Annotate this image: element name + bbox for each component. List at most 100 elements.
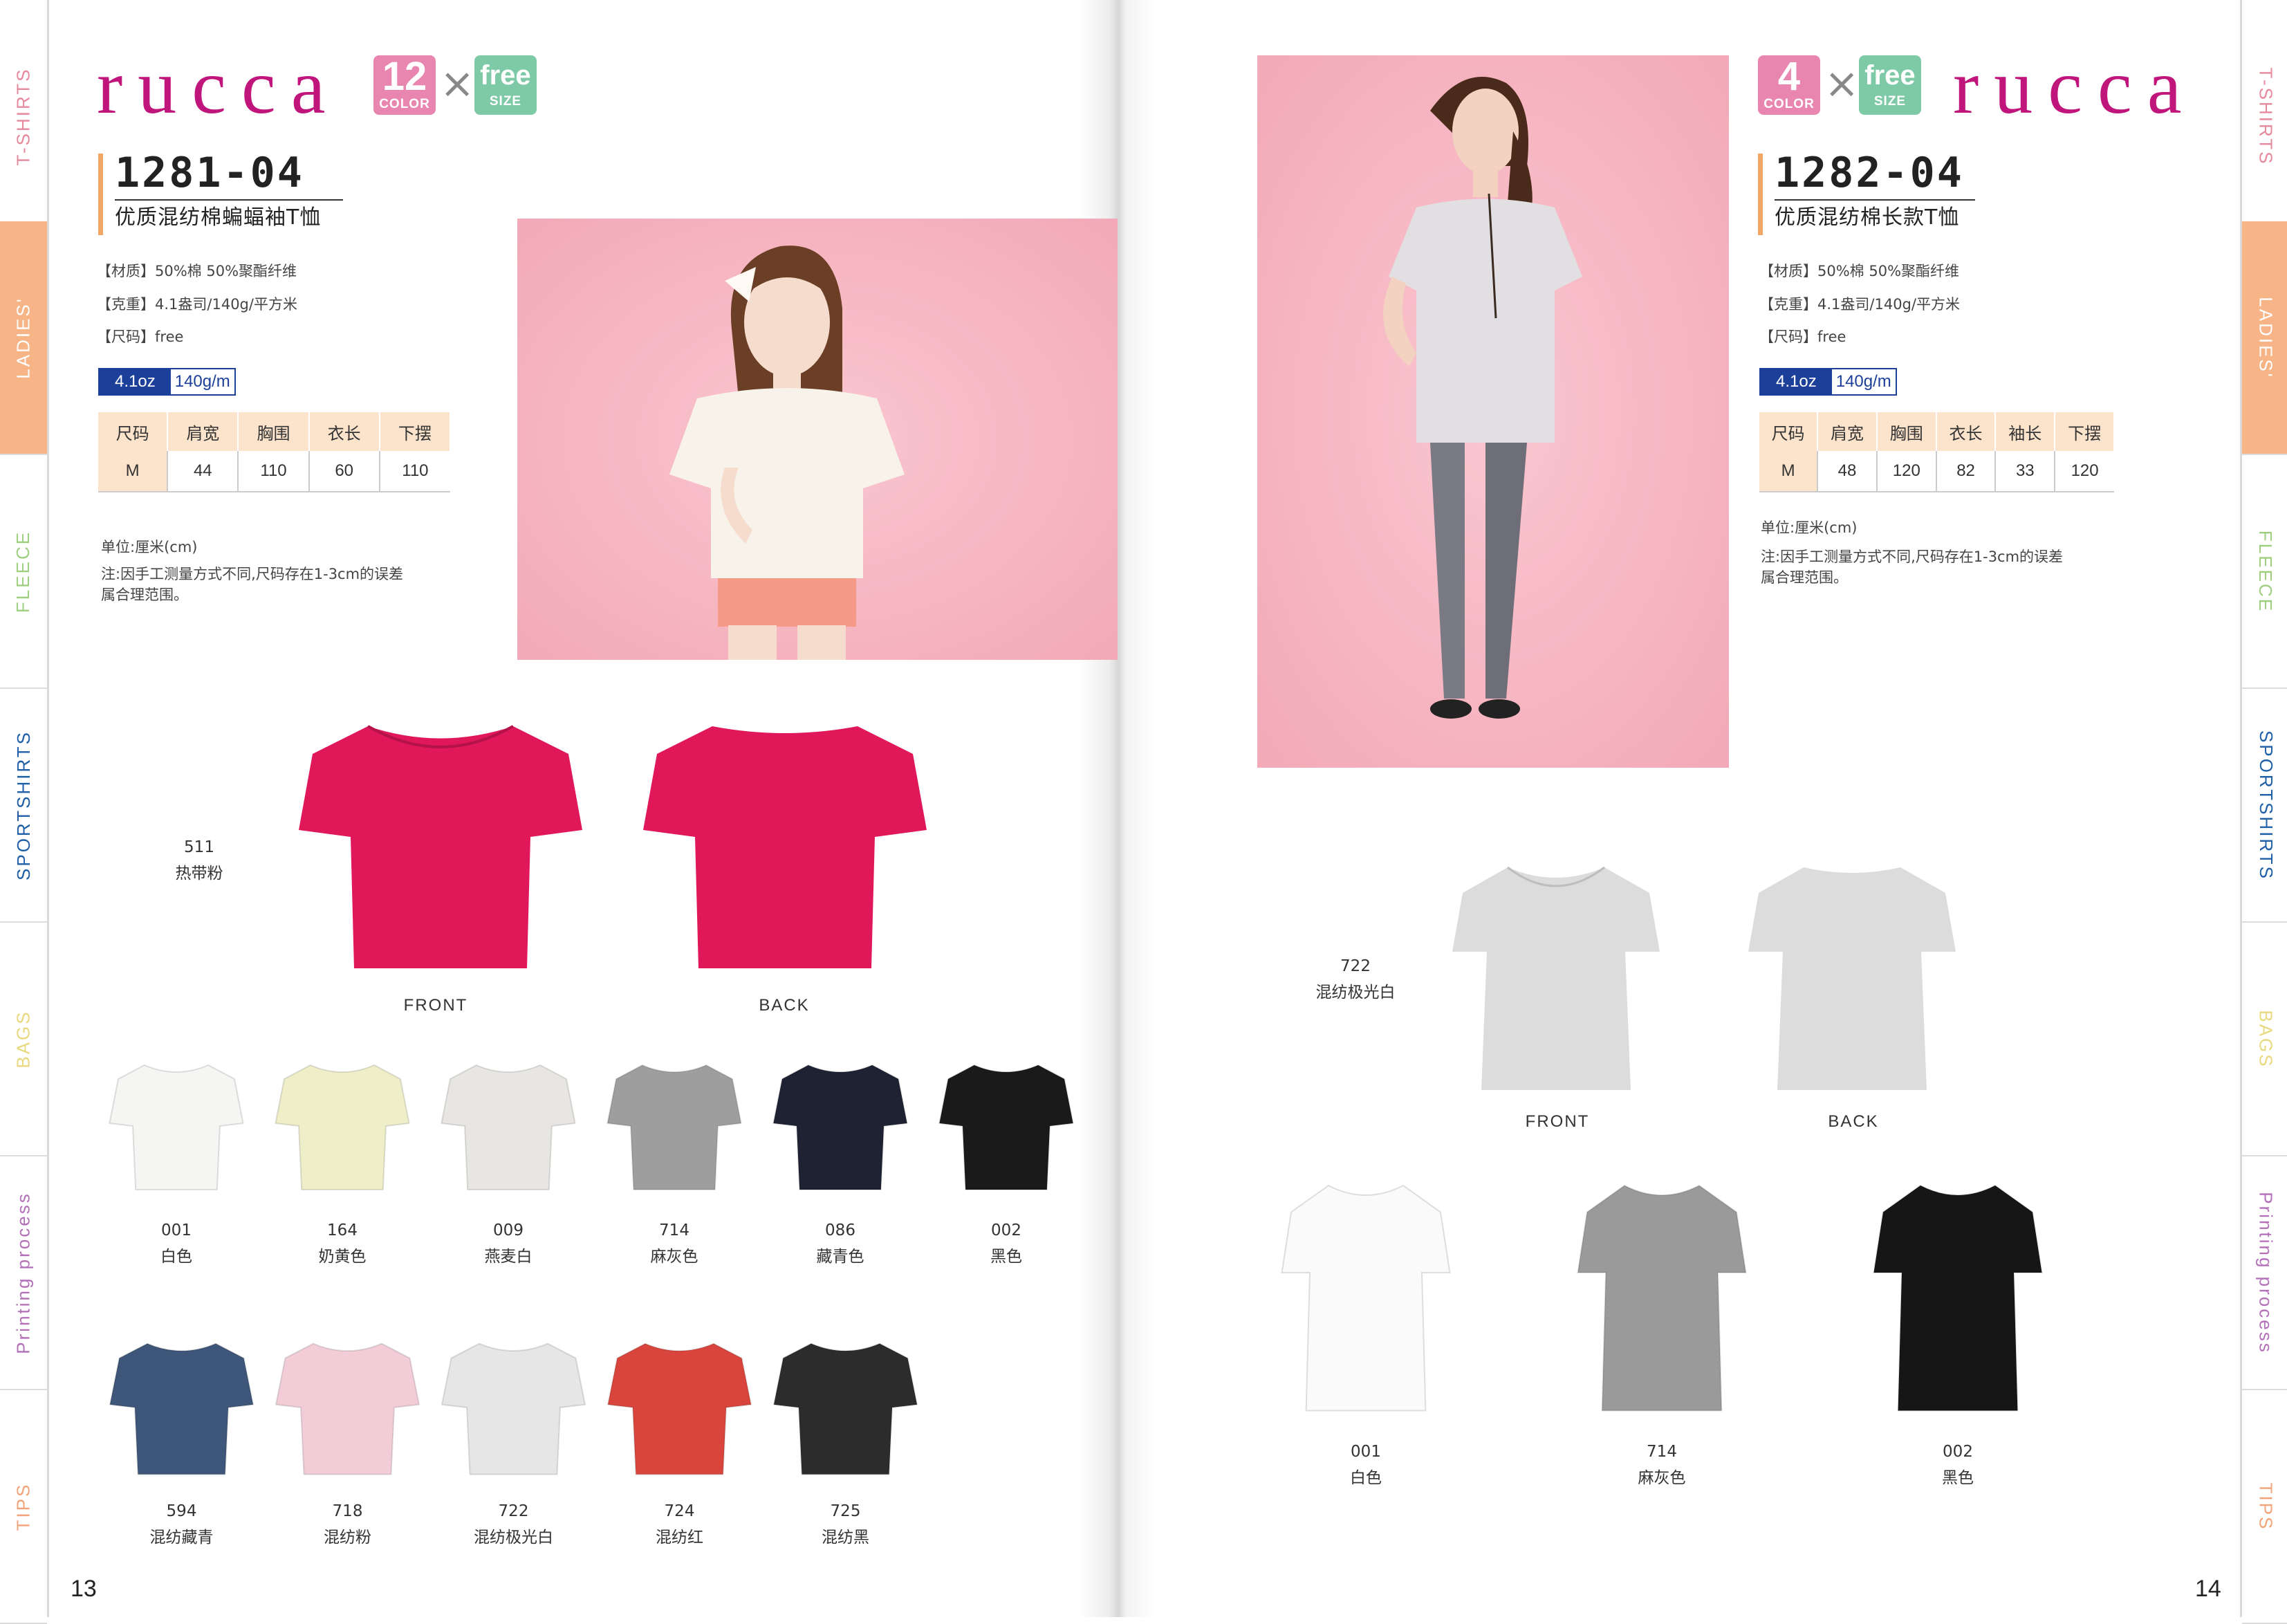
table-header: 衣长: [308, 412, 380, 451]
color-swatch[interactable]: 009 燕麦白: [436, 1057, 581, 1266]
color-count-badge: 4 COLOR: [1758, 55, 1820, 115]
size-badge: free SIZE: [474, 55, 537, 115]
product-title: 优质混纺棉蝙蝠袖T恤: [115, 199, 343, 228]
color-code: 002: [991, 1221, 1021, 1239]
shirt-swatch-icon: [772, 1342, 918, 1475]
spec-material: 【材质】50%棉 50%聚酯纤维: [1759, 263, 1960, 279]
tab-t-shirts[interactable]: T-SHIRTS: [2242, 0, 2287, 234]
size-table: 尺码 肩宽 胸围 衣长 下摆 M 44 110 60 110: [98, 412, 452, 492]
color-code: 001: [1351, 1443, 1381, 1461]
model-photo: [517, 219, 1118, 660]
table-cell: 120: [2055, 451, 2114, 492]
tab-tips[interactable]: TIPS: [0, 1390, 47, 1624]
size-table: 尺码 肩宽 胸围 衣长 袖长 下摆 M 48 120 82 33 120: [1759, 412, 2115, 492]
table-header-row: 尺码 肩宽 胸围 衣长 袖长 下摆: [1759, 412, 2115, 451]
shirt-swatch-icon: [1577, 1184, 1747, 1412]
back-label: BACK: [1828, 1112, 1879, 1131]
shirt-swatch-icon: [607, 1342, 752, 1475]
table-cell: 110: [238, 451, 310, 492]
table-header: 肩宽: [167, 412, 239, 451]
color-swatch[interactable]: 714 麻灰色: [602, 1057, 747, 1266]
tab-label: TIPS: [12, 1482, 34, 1531]
shirt-swatch-icon: [275, 1064, 410, 1190]
table-cell: 48: [1817, 451, 1878, 492]
color-swatch[interactable]: 722 混纺极光白: [436, 1335, 591, 1547]
shirt-swatch-icon: [109, 1064, 244, 1190]
tab-bags[interactable]: BAGS: [0, 923, 47, 1156]
color-swatch[interactable]: 001 白色: [104, 1057, 249, 1266]
color-swatch[interactable]: 724 混纺红: [602, 1335, 757, 1547]
weight-oz: 4.1oz: [100, 369, 171, 394]
color-swatch[interactable]: 164 奶黄色: [270, 1057, 415, 1266]
color-code: 714: [659, 1221, 689, 1239]
weight-oz: 4.1oz: [1761, 369, 1832, 394]
color-label: COLOR: [1763, 97, 1815, 111]
color-code: 714: [1647, 1443, 1677, 1461]
tab-sportshirts[interactable]: SPORTSHIRTS: [2242, 689, 2287, 923]
left-section-tabs: T-SHIRTS LADIES' FLEECE SPORTSHIRTS BAGS…: [0, 0, 49, 1624]
table-header: 肩宽: [1817, 412, 1878, 451]
spec-material: 【材质】50%棉 50%聚酯纤维: [97, 263, 297, 279]
color-swatch[interactable]: 718 混纺粉: [270, 1335, 425, 1547]
shirt-swatch-icon: [441, 1342, 586, 1475]
title-accent-bar: [1758, 154, 1763, 235]
shirt-swatch-icon: [1873, 1184, 2043, 1412]
table-header: 尺码: [1759, 412, 1819, 451]
color-code: 001: [161, 1221, 192, 1239]
color-code: 086: [825, 1221, 855, 1239]
color-code: 724: [664, 1502, 695, 1520]
tolerance-note: 注:因手工测量方式不同,尺码存在1-3cm的误差: [1761, 548, 2064, 565]
back-label: BACK: [759, 996, 810, 1015]
color-label: COLOR: [379, 97, 430, 111]
color-swatch[interactable]: 725 混纺黑: [768, 1335, 923, 1547]
garment-front: [1438, 855, 1674, 1100]
product-code: 1282-04: [1775, 149, 1964, 197]
tab-ladies[interactable]: LADIES': [0, 221, 47, 455]
weight-badge: 4.1oz 140g/m: [98, 368, 236, 396]
color-name: 黑色: [1942, 1469, 1974, 1487]
tab-t-shirts[interactable]: T-SHIRTS: [0, 0, 47, 234]
product-title: 优质混纺棉长款T恤: [1775, 199, 1975, 228]
shirt-shape: [299, 726, 582, 968]
size-label: SIZE: [1873, 94, 1907, 109]
table-cell: 60: [308, 451, 380, 492]
color-swatch[interactable]: 714 麻灰色: [1568, 1176, 1755, 1487]
color-code: 511: [184, 838, 214, 856]
color-name: 燕麦白: [484, 1248, 533, 1266]
tab-tips[interactable]: TIPS: [2242, 1390, 2287, 1624]
shirt-shape: [643, 726, 927, 968]
tab-ladies[interactable]: LADIES': [2242, 221, 2287, 455]
color-name: 黑色: [990, 1248, 1022, 1266]
featured-color: 511 热带粉: [137, 834, 261, 887]
tab-fleece[interactable]: FLEECE: [0, 455, 47, 689]
color-name: 麻灰色: [1638, 1469, 1686, 1487]
table-cell: M: [1759, 451, 1819, 492]
color-swatch[interactable]: 001 白色: [1272, 1176, 1459, 1487]
color-code: 002: [1943, 1443, 1973, 1461]
tab-bags[interactable]: BAGS: [2242, 923, 2287, 1156]
table-header: 袖长: [1995, 412, 2056, 451]
color-swatch[interactable]: 002 黑色: [934, 1057, 1079, 1266]
front-label: FRONT: [403, 996, 468, 1015]
tab-label: T-SHIRTS: [12, 67, 34, 165]
tab-printing-process[interactable]: Printing process: [0, 1156, 47, 1390]
color-swatch[interactable]: 594 混纺藏青: [104, 1335, 259, 1547]
tab-label: LADIES': [2255, 296, 2277, 379]
color-swatch[interactable]: 086 藏青色: [768, 1057, 913, 1266]
tab-label: BAGS: [2255, 1009, 2277, 1069]
tab-label: SPORTSHIRTS: [12, 730, 34, 880]
table-cell: 110: [379, 451, 450, 492]
tab-fleece[interactable]: FLEECE: [2242, 455, 2287, 689]
shirt-swatch-icon: [109, 1342, 254, 1475]
tab-sportshirts[interactable]: SPORTSHIRTS: [0, 689, 47, 923]
table-header: 下摆: [2055, 412, 2115, 451]
color-swatch[interactable]: 002 黑色: [1864, 1176, 2051, 1487]
color-name: 奶黄色: [318, 1248, 367, 1266]
spec-weight: 【克重】4.1盎司/140g/平方米: [97, 296, 297, 313]
brand-logo: rucca: [97, 44, 341, 130]
color-code: 725: [830, 1502, 861, 1520]
tab-printing-process[interactable]: Printing process: [2242, 1156, 2287, 1390]
tab-label: TIPS: [2255, 1482, 2277, 1531]
tolerance-note: 注:因手工测量方式不同,尺码存在1-3cm的误差: [101, 566, 404, 582]
tab-label: FLEECE: [2255, 530, 2277, 613]
